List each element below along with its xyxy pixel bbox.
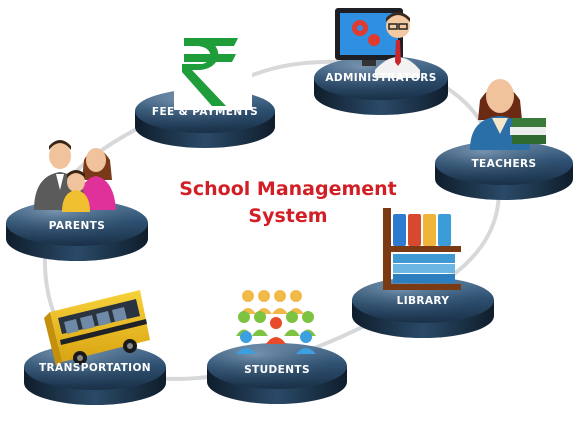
node-transportation — [24, 290, 166, 405]
label-administrators: ADMINISTRATORS — [325, 72, 437, 84]
label-students: STUDENTS — [244, 364, 310, 376]
node-parents — [6, 140, 148, 261]
label-library: LIBRARY — [396, 295, 450, 307]
node-students — [207, 290, 347, 404]
node-fee-payments — [135, 20, 275, 148]
title-line-2: System — [248, 205, 328, 227]
teacher-icon — [470, 79, 546, 150]
rupee-icon — [174, 20, 252, 110]
label-parents: PARENTS — [48, 220, 106, 232]
label-teachers: TEACHERS — [471, 158, 537, 170]
node-teachers — [435, 79, 573, 200]
label-transportation: TRANSPORTATION — [39, 362, 151, 374]
diagram-title: School Management System — [150, 176, 426, 230]
title-line-1: School Management — [179, 178, 397, 200]
label-fee-payments: FEE & PAYMENTS — [151, 106, 259, 118]
